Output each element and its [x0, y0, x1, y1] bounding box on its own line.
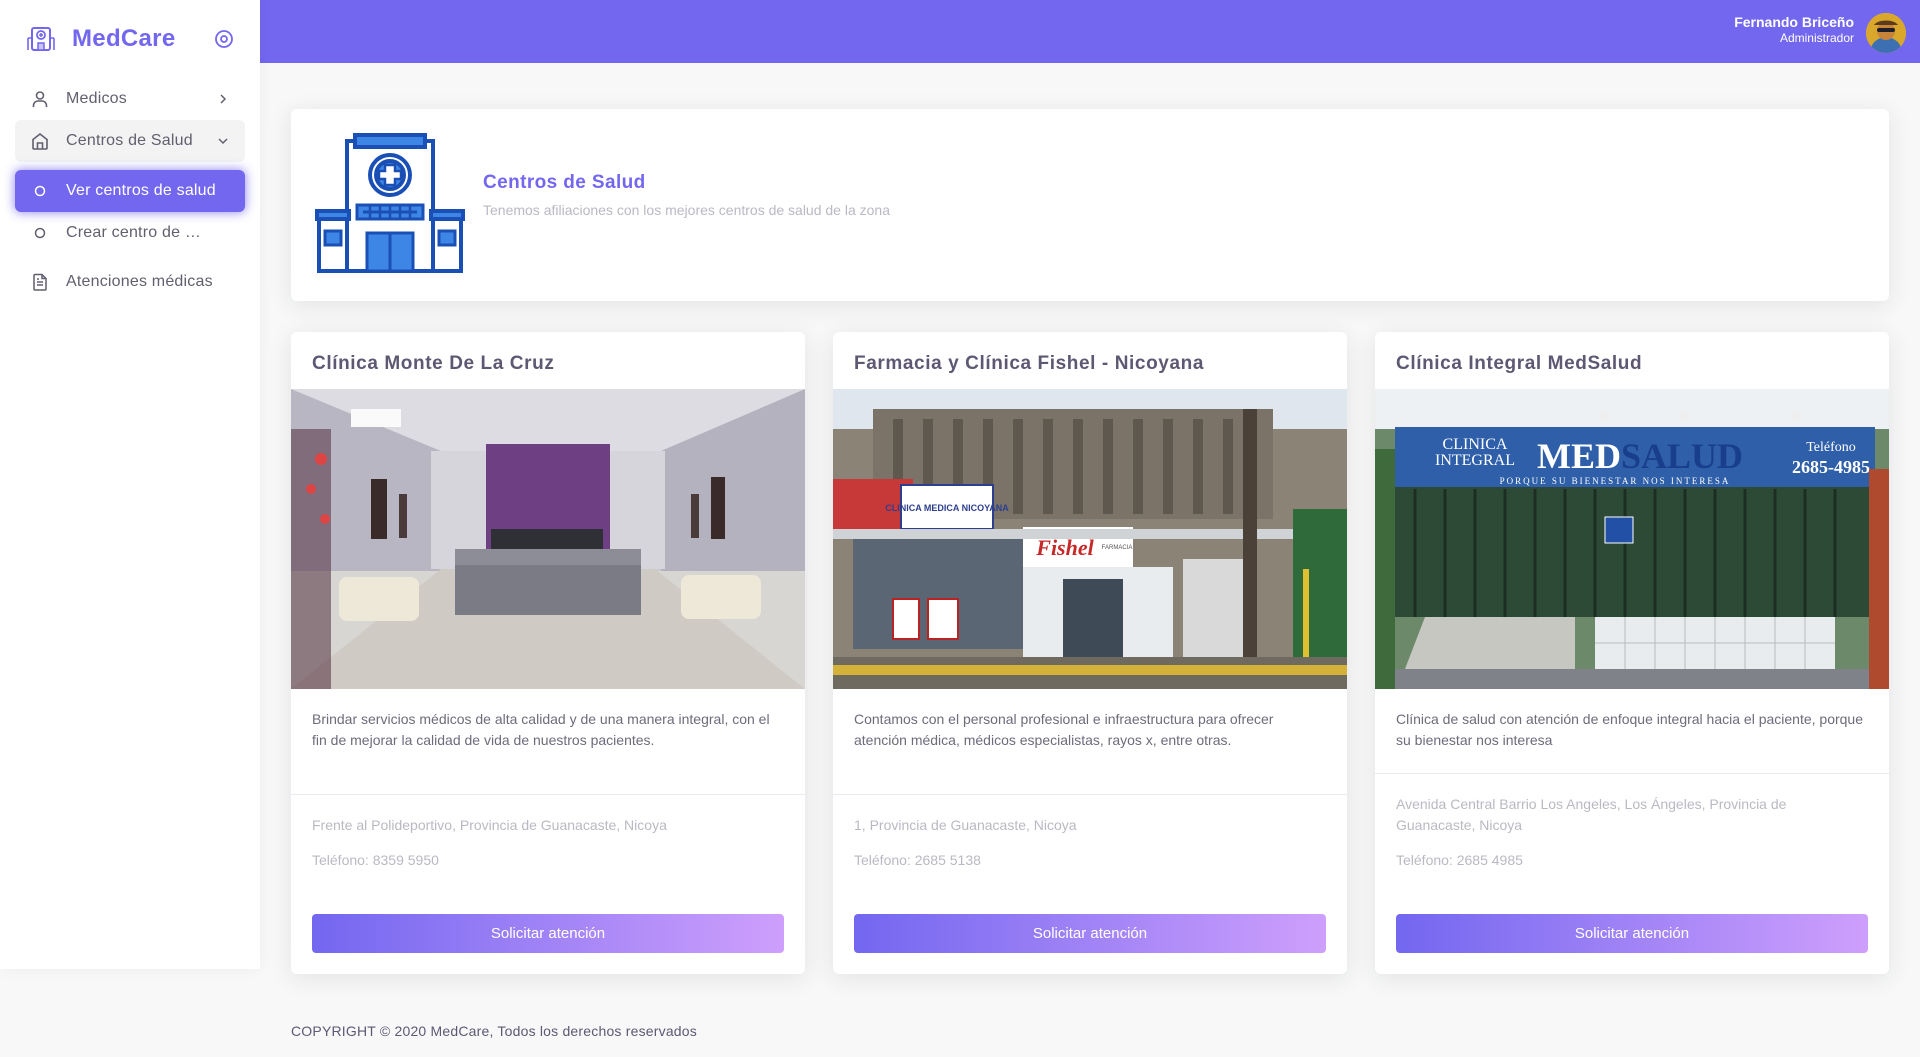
request-attention-button[interactable]: Solicitar atención [854, 914, 1326, 953]
brand-name: MedCare [72, 25, 176, 52]
card-address: Frente al Polideportivo, Provincia de Gu… [312, 817, 667, 833]
photo-sign-integral: INTEGRAL [1435, 452, 1515, 469]
hospital-logo-icon [27, 27, 55, 51]
chevron-right-icon [220, 94, 227, 104]
card-title: Clínica Monte De La Cruz [312, 353, 555, 374]
circle-icon [34, 185, 46, 197]
page-header-card: Centros de Salud Tenemos afiliaciones co… [291, 109, 1889, 301]
card-title: Clínica Integral MedSalud [1396, 353, 1643, 374]
clinic-lobby-photo [291, 389, 805, 689]
photo-sign-tagline: PORQUE SU BIENESTAR NOS INTERESA [1500, 476, 1731, 486]
photo-sign-tel-label: Teléfono [1806, 440, 1856, 455]
collapse-toggle-icon[interactable] [214, 29, 234, 49]
brand[interactable]: MedCare [0, 0, 260, 78]
sidebar-item-label: Centros de Salud [66, 132, 193, 149]
user-info[interactable]: Fernando Briceño Administrador [1734, 14, 1854, 46]
sidebar-item-ver-centros[interactable]: Ver centros de salud [15, 170, 245, 212]
user-name: Fernando Briceño [1734, 14, 1854, 30]
page-subtitle: Tenemos afiliaciones con los mejores cen… [483, 202, 891, 218]
health-center-card: Clínica Integral MedSalud CLINICA INTEGR… [1375, 332, 1889, 974]
page-title: Centros de Salud [483, 172, 646, 193]
health-center-card: Farmacia y Clínica Fishel - Nicoyana CLI… [833, 332, 1347, 974]
sidebar-item-centros-de-salud[interactable]: Centros de Salud [15, 120, 245, 162]
photo-sign-tel: 2685-4985 [1792, 457, 1870, 477]
sidebar-item-label: Ver centros de salud [66, 182, 216, 199]
card-address: 1, Provincia de Guanacaste, Nicoya [854, 817, 1077, 833]
footer-copyright: COPYRIGHT © 2020 MedCare, Todos los dere… [291, 1023, 697, 1039]
card-divider [1375, 773, 1889, 774]
sidebar-item-medicos[interactable]: Medicos [15, 78, 245, 120]
health-center-card: Clínica Monte De La Cruz Brindar servici… [291, 332, 805, 974]
card-divider [833, 794, 1347, 795]
sidebar-item-label: Atenciones médicas [66, 273, 213, 290]
home-icon [32, 132, 48, 150]
circle-icon [34, 227, 46, 239]
file-text-icon [33, 273, 47, 291]
sidebar-item-atenciones[interactable]: Atenciones médicas [15, 261, 245, 303]
card-divider [291, 794, 805, 795]
card-description: Brindar servicios médicos de alta calida… [312, 711, 770, 748]
avatar[interactable] [1866, 13, 1906, 53]
avatar-image [1866, 13, 1906, 53]
card-phone: Teléfono: 2685 4985 [1396, 852, 1523, 868]
chevron-down-icon [218, 138, 228, 145]
clinic-facade-photo: CLINICA INTEGRAL MEDSALUD Teléfono 2685-… [1375, 389, 1889, 689]
request-attention-button[interactable]: Solicitar atención [1396, 914, 1868, 953]
photo-sign-med: MEDSALUD [1537, 436, 1743, 476]
card-address: Avenida Central Barrio Los Angeles, Los … [1396, 796, 1787, 833]
sidebar: MedCare Medicos Centros de Salud Ver cen… [0, 0, 260, 969]
clinic-storefront-photo: CLINICA MEDICA NICOYANA Fishel FARMACIA [833, 389, 1347, 689]
request-attention-button[interactable]: Solicitar atención [312, 914, 784, 953]
card-phone: Teléfono: 8359 5950 [312, 852, 439, 868]
photo-sign-3: FARMACIA [1102, 545, 1133, 551]
sidebar-item-label: Medicos [66, 90, 127, 107]
sidebar-item-label: Crear centro de salud [66, 224, 208, 241]
photo-sign-clinica: CLINICA [1443, 436, 1508, 453]
sidebar-item-crear-centro[interactable]: Crear centro de salud [15, 212, 245, 254]
sidebar-nav: Medicos Centros de Salud Ver centros de … [0, 78, 260, 303]
card-description: Clínica de salud con atención de enfoque… [1396, 711, 1863, 748]
top-navbar: Fernando Briceño Administrador [260, 0, 1920, 63]
hospital-building-icon [315, 133, 465, 273]
card-description: Contamos con el personal profesional e i… [854, 711, 1274, 748]
card-title: Farmacia y Clínica Fishel - Nicoyana [854, 353, 1205, 374]
photo-sign-1: CLINICA MEDICA NICOYANA [885, 503, 1009, 513]
user-icon [32, 91, 48, 107]
user-role: Administrador [1779, 31, 1854, 45]
card-phone: Teléfono: 2685 5138 [854, 852, 981, 868]
